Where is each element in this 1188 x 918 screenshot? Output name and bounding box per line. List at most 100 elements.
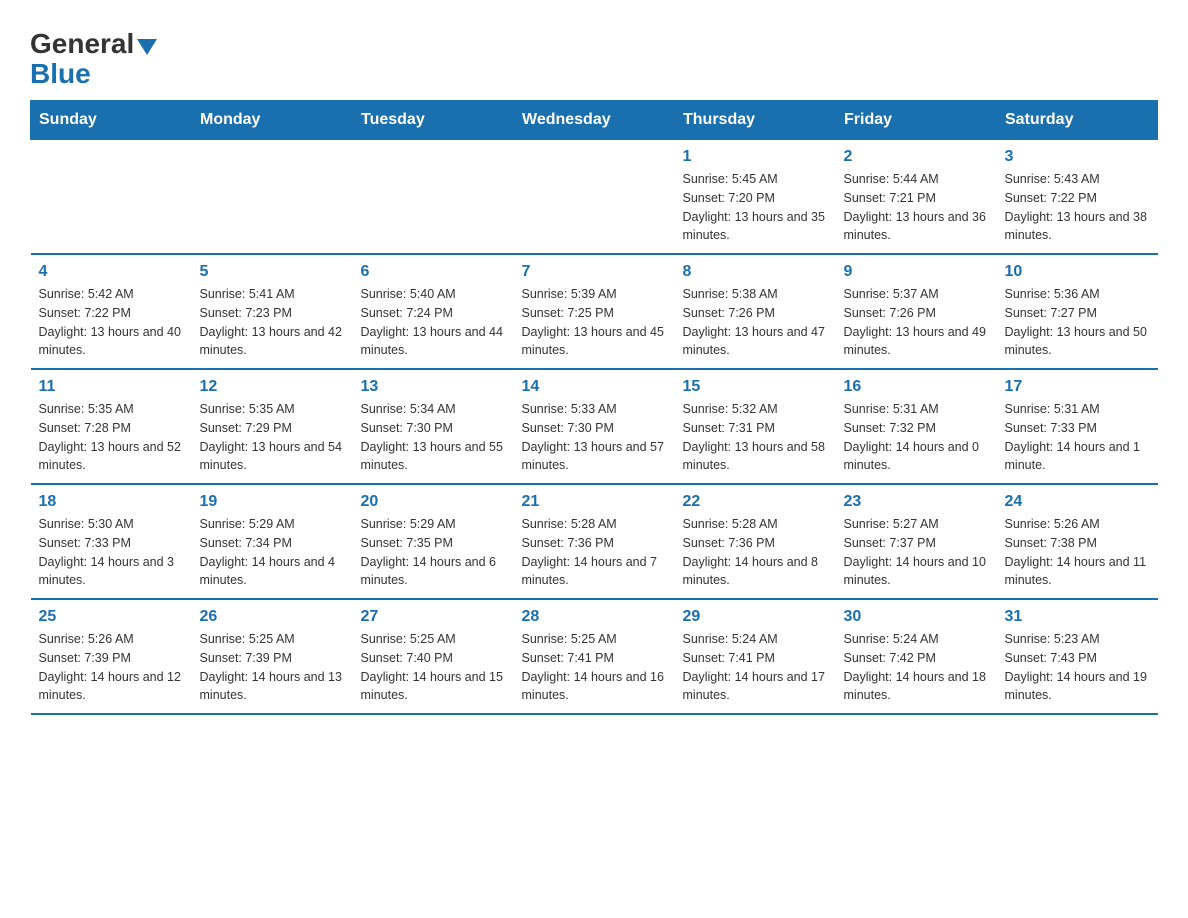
calendar-cell bbox=[31, 140, 192, 255]
day-number: 14 bbox=[522, 378, 667, 396]
day-number: 24 bbox=[1005, 493, 1150, 511]
day-number: 12 bbox=[200, 378, 345, 396]
calendar-cell: 12 Sunrise: 5:35 AM Sunset: 7:29 PM Dayli… bbox=[192, 369, 353, 484]
calendar-body: 1 Sunrise: 5:45 AM Sunset: 7:20 PM Daylig… bbox=[31, 140, 1158, 715]
calendar-cell: 6 Sunrise: 5:40 AM Sunset: 7:24 PM Daylig… bbox=[353, 254, 514, 369]
header-cell-wednesday: Wednesday bbox=[514, 101, 675, 140]
day-info: Sunrise: 5:34 AM Sunset: 7:30 PM Dayligh… bbox=[361, 400, 506, 475]
calendar-cell: 2 Sunrise: 5:44 AM Sunset: 7:21 PM Daylig… bbox=[836, 140, 997, 255]
calendar-cell: 20 Sunrise: 5:29 AM Sunset: 7:35 PM Dayli… bbox=[353, 484, 514, 599]
header-cell-tuesday: Tuesday bbox=[353, 101, 514, 140]
calendar-cell: 1 Sunrise: 5:45 AM Sunset: 7:20 PM Daylig… bbox=[675, 140, 836, 255]
day-info: Sunrise: 5:25 AM Sunset: 7:40 PM Dayligh… bbox=[361, 630, 506, 705]
day-info: Sunrise: 5:23 AM Sunset: 7:43 PM Dayligh… bbox=[1005, 630, 1150, 705]
day-info: Sunrise: 5:41 AM Sunset: 7:23 PM Dayligh… bbox=[200, 285, 345, 360]
day-info: Sunrise: 5:42 AM Sunset: 7:22 PM Dayligh… bbox=[39, 285, 184, 360]
day-number: 22 bbox=[683, 493, 828, 511]
header-row: SundayMondayTuesdayWednesdayThursdayFrid… bbox=[31, 101, 1158, 140]
calendar-cell: 22 Sunrise: 5:28 AM Sunset: 7:36 PM Dayli… bbox=[675, 484, 836, 599]
day-info: Sunrise: 5:25 AM Sunset: 7:41 PM Dayligh… bbox=[522, 630, 667, 705]
calendar-cell: 5 Sunrise: 5:41 AM Sunset: 7:23 PM Daylig… bbox=[192, 254, 353, 369]
calendar-cell: 23Sunrise: 5:27 AM Sunset: 7:37 PM Dayli… bbox=[836, 484, 997, 599]
day-info: Sunrise: 5:25 AM Sunset: 7:39 PM Dayligh… bbox=[200, 630, 345, 705]
day-number: 7 bbox=[522, 263, 667, 281]
day-info: Sunrise: 5:33 AM Sunset: 7:30 PM Dayligh… bbox=[522, 400, 667, 475]
day-info: Sunrise: 5:31 AM Sunset: 7:33 PM Dayligh… bbox=[1005, 400, 1150, 475]
day-info: Sunrise: 5:29 AM Sunset: 7:34 PM Dayligh… bbox=[200, 515, 345, 590]
calendar-week-4: 18Sunrise: 5:30 AM Sunset: 7:33 PM Dayli… bbox=[31, 484, 1158, 599]
calendar-week-3: 11 Sunrise: 5:35 AM Sunset: 7:28 PM Dayli… bbox=[31, 369, 1158, 484]
day-number: 3 bbox=[1005, 148, 1150, 166]
calendar-cell: 18Sunrise: 5:30 AM Sunset: 7:33 PM Dayli… bbox=[31, 484, 192, 599]
day-number: 8 bbox=[683, 263, 828, 281]
day-number: 19 bbox=[200, 493, 345, 511]
day-number: 5 bbox=[200, 263, 345, 281]
day-info: Sunrise: 5:43 AM Sunset: 7:22 PM Dayligh… bbox=[1005, 170, 1150, 245]
header-cell-friday: Friday bbox=[836, 101, 997, 140]
calendar-cell: 14 Sunrise: 5:33 AM Sunset: 7:30 PM Dayli… bbox=[514, 369, 675, 484]
calendar-week-2: 4Sunrise: 5:42 AM Sunset: 7:22 PM Daylig… bbox=[31, 254, 1158, 369]
day-info: Sunrise: 5:40 AM Sunset: 7:24 PM Dayligh… bbox=[361, 285, 506, 360]
calendar-cell: 9Sunrise: 5:37 AM Sunset: 7:26 PM Daylig… bbox=[836, 254, 997, 369]
day-number: 10 bbox=[1005, 263, 1150, 281]
day-number: 25 bbox=[39, 608, 184, 626]
day-number: 13 bbox=[361, 378, 506, 396]
day-info: Sunrise: 5:26 AM Sunset: 7:38 PM Dayligh… bbox=[1005, 515, 1150, 590]
calendar-cell: 31 Sunrise: 5:23 AM Sunset: 7:43 PM Dayli… bbox=[997, 599, 1158, 714]
header-cell-thursday: Thursday bbox=[675, 101, 836, 140]
day-number: 31 bbox=[1005, 608, 1150, 626]
day-info: Sunrise: 5:26 AM Sunset: 7:39 PM Dayligh… bbox=[39, 630, 184, 705]
calendar-cell: 26Sunrise: 5:25 AM Sunset: 7:39 PM Dayli… bbox=[192, 599, 353, 714]
day-number: 20 bbox=[361, 493, 506, 511]
calendar-header: SundayMondayTuesdayWednesdayThursdayFrid… bbox=[31, 101, 1158, 140]
calendar-cell: 29 Sunrise: 5:24 AM Sunset: 7:41 PM Dayli… bbox=[675, 599, 836, 714]
header-cell-sunday: Sunday bbox=[31, 101, 192, 140]
logo-general: General bbox=[30, 30, 134, 58]
calendar-cell: 25 Sunrise: 5:26 AM Sunset: 7:39 PM Dayli… bbox=[31, 599, 192, 714]
day-info: Sunrise: 5:32 AM Sunset: 7:31 PM Dayligh… bbox=[683, 400, 828, 475]
day-info: Sunrise: 5:28 AM Sunset: 7:36 PM Dayligh… bbox=[683, 515, 828, 590]
page-header: General Blue bbox=[30, 20, 1158, 90]
calendar-cell: 3 Sunrise: 5:43 AM Sunset: 7:22 PM Daylig… bbox=[997, 140, 1158, 255]
day-number: 29 bbox=[683, 608, 828, 626]
day-info: Sunrise: 5:24 AM Sunset: 7:42 PM Dayligh… bbox=[844, 630, 989, 705]
calendar-cell: 4Sunrise: 5:42 AM Sunset: 7:22 PM Daylig… bbox=[31, 254, 192, 369]
logo-triangle-icon bbox=[137, 39, 157, 55]
day-number: 23 bbox=[844, 493, 989, 511]
calendar-cell: 30 Sunrise: 5:24 AM Sunset: 7:42 PM Dayli… bbox=[836, 599, 997, 714]
logo-blue: Blue bbox=[30, 58, 91, 90]
day-number: 21 bbox=[522, 493, 667, 511]
calendar-cell bbox=[192, 140, 353, 255]
day-info: Sunrise: 5:36 AM Sunset: 7:27 PM Dayligh… bbox=[1005, 285, 1150, 360]
calendar-cell: 7Sunrise: 5:39 AM Sunset: 7:25 PM Daylig… bbox=[514, 254, 675, 369]
day-number: 1 bbox=[683, 148, 828, 166]
day-info: Sunrise: 5:24 AM Sunset: 7:41 PM Dayligh… bbox=[683, 630, 828, 705]
calendar-cell: 21 Sunrise: 5:28 AM Sunset: 7:36 PM Dayli… bbox=[514, 484, 675, 599]
day-info: Sunrise: 5:28 AM Sunset: 7:36 PM Dayligh… bbox=[522, 515, 667, 590]
day-number: 11 bbox=[39, 378, 184, 396]
day-number: 6 bbox=[361, 263, 506, 281]
calendar-cell: 16Sunrise: 5:31 AM Sunset: 7:32 PM Dayli… bbox=[836, 369, 997, 484]
calendar-cell: 11 Sunrise: 5:35 AM Sunset: 7:28 PM Dayli… bbox=[31, 369, 192, 484]
calendar-week-1: 1 Sunrise: 5:45 AM Sunset: 7:20 PM Daylig… bbox=[31, 140, 1158, 255]
day-number: 28 bbox=[522, 608, 667, 626]
day-info: Sunrise: 5:30 AM Sunset: 7:33 PM Dayligh… bbox=[39, 515, 184, 590]
calendar-cell: 24 Sunrise: 5:26 AM Sunset: 7:38 PM Dayli… bbox=[997, 484, 1158, 599]
calendar-cell: 10 Sunrise: 5:36 AM Sunset: 7:27 PM Dayli… bbox=[997, 254, 1158, 369]
day-info: Sunrise: 5:44 AM Sunset: 7:21 PM Dayligh… bbox=[844, 170, 989, 245]
day-info: Sunrise: 5:35 AM Sunset: 7:28 PM Dayligh… bbox=[39, 400, 184, 475]
day-number: 30 bbox=[844, 608, 989, 626]
day-number: 17 bbox=[1005, 378, 1150, 396]
day-number: 16 bbox=[844, 378, 989, 396]
calendar-cell bbox=[353, 140, 514, 255]
calendar-cell bbox=[514, 140, 675, 255]
day-info: Sunrise: 5:35 AM Sunset: 7:29 PM Dayligh… bbox=[200, 400, 345, 475]
day-number: 9 bbox=[844, 263, 989, 281]
day-number: 2 bbox=[844, 148, 989, 166]
day-info: Sunrise: 5:45 AM Sunset: 7:20 PM Dayligh… bbox=[683, 170, 828, 245]
day-info: Sunrise: 5:29 AM Sunset: 7:35 PM Dayligh… bbox=[361, 515, 506, 590]
calendar-week-5: 25 Sunrise: 5:26 AM Sunset: 7:39 PM Dayli… bbox=[31, 599, 1158, 714]
calendar-cell: 28 Sunrise: 5:25 AM Sunset: 7:41 PM Dayli… bbox=[514, 599, 675, 714]
calendar-cell: 8Sunrise: 5:38 AM Sunset: 7:26 PM Daylig… bbox=[675, 254, 836, 369]
day-number: 27 bbox=[361, 608, 506, 626]
